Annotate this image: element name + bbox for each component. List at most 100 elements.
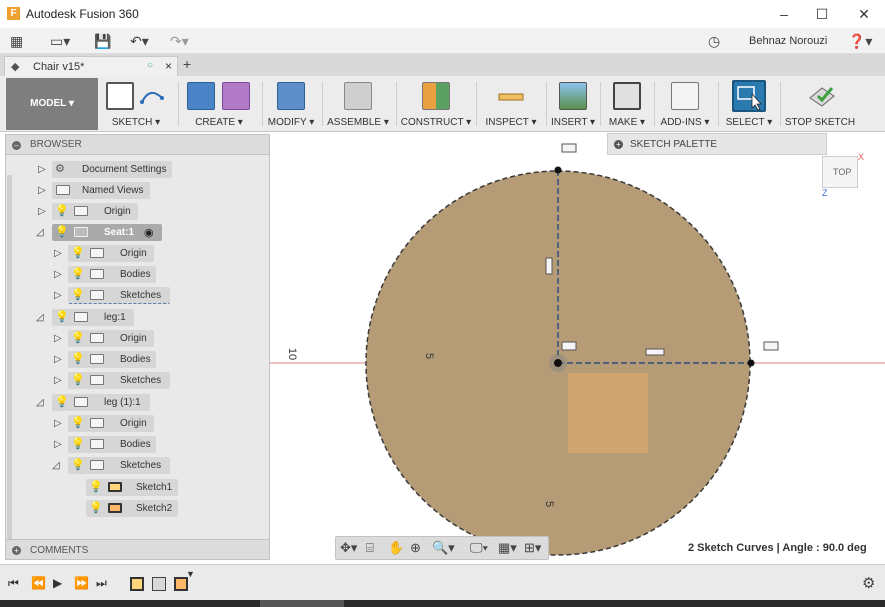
collapse-triangle-icon[interactable]: ◿ bbox=[36, 227, 46, 239]
tree-node[interactable]: 💡 Origin bbox=[68, 245, 154, 262]
press-pull-icon[interactable] bbox=[277, 82, 305, 110]
coincident-constraint-icon[interactable] bbox=[763, 341, 779, 351]
vertical-constraint-icon[interactable] bbox=[545, 257, 553, 275]
tree-row-bodies[interactable]: ▷ 💡 Bodies bbox=[6, 266, 266, 284]
lightbulb-icon[interactable]: 💡 bbox=[71, 437, 85, 450]
expand-triangle-icon[interactable]: ▷ bbox=[54, 375, 64, 387]
tree-node[interactable]: 💡 Sketch1 bbox=[86, 479, 178, 496]
collapse-triangle-icon[interactable]: ◿ bbox=[36, 397, 46, 409]
center-point[interactable] bbox=[554, 359, 562, 367]
expand-triangle-icon[interactable]: ▷ bbox=[54, 248, 64, 260]
tree-node[interactable]: 💡 leg:1 bbox=[52, 309, 134, 326]
user-account-menu[interactable]: Behnaz Norouzi bbox=[749, 35, 827, 47]
zoom-icon[interactable]: ⊕ bbox=[410, 540, 421, 556]
minimize-icon[interactable]: – bbox=[776, 6, 792, 22]
lightbulb-icon[interactable]: 💡 bbox=[71, 352, 85, 365]
tree-node[interactable]: Named Views bbox=[52, 182, 150, 199]
form-icon[interactable] bbox=[222, 82, 250, 110]
tree-node[interactable]: 💡 Bodies bbox=[68, 436, 156, 453]
new-tab-icon[interactable]: + bbox=[183, 56, 191, 72]
construct-group[interactable]: CONSTRUCT ▾ bbox=[400, 78, 472, 130]
sketch-palette-header[interactable]: + SKETCH PALETTE bbox=[607, 133, 827, 155]
tree-node[interactable]: 💡 Bodies bbox=[68, 351, 156, 368]
dimension-label-vertical-radius[interactable]: 5 bbox=[543, 501, 555, 507]
workspace-switcher-button[interactable]: MODEL ▾ bbox=[6, 78, 98, 130]
tree-row-origin[interactable]: ▷ 💡 Origin bbox=[6, 203, 266, 221]
lightbulb-icon[interactable]: 💡 bbox=[71, 267, 85, 280]
lightbulb-icon[interactable]: 💡 bbox=[55, 225, 69, 238]
step-back-icon[interactable]: ⏪ bbox=[31, 576, 46, 590]
timeline-sketch-feature[interactable] bbox=[174, 577, 188, 591]
undo-icon[interactable]: ↶▾ bbox=[130, 32, 149, 50]
scripts-addins-icon[interactable] bbox=[671, 82, 699, 110]
expand-triangle-icon[interactable]: ▷ bbox=[54, 418, 64, 430]
collapse-minus-icon[interactable]: – bbox=[12, 141, 21, 150]
spline-icon[interactable] bbox=[138, 82, 166, 110]
expand-triangle-icon[interactable]: ▷ bbox=[54, 333, 64, 345]
go-to-end-icon[interactable]: ⏭ bbox=[96, 576, 107, 591]
tree-row-sketches[interactable]: ▷ 💡 Sketches bbox=[6, 372, 266, 390]
right-endpoint[interactable] bbox=[747, 359, 755, 367]
viewports-icon[interactable]: ⊞▾ bbox=[524, 540, 541, 556]
select-group[interactable]: SELECT ▾ bbox=[724, 78, 774, 130]
look-at-icon[interactable]: ⌸ bbox=[366, 540, 374, 556]
tree-node[interactable]: 💡 Bodies bbox=[68, 266, 156, 283]
comments-panel[interactable]: + COMMENTS bbox=[5, 539, 270, 560]
activate-radio-icon[interactable]: ◉ bbox=[144, 226, 154, 239]
extrude-icon[interactable] bbox=[187, 82, 215, 110]
tree-node[interactable]: 💡 leg (1):1 bbox=[52, 394, 150, 411]
top-endpoint[interactable] bbox=[554, 166, 562, 174]
create-group[interactable]: CREATE ▾ bbox=[184, 78, 254, 130]
tree-row-bodies[interactable]: ▷ 💡 Bodies bbox=[6, 436, 266, 454]
expand-triangle-icon[interactable]: ▷ bbox=[54, 290, 64, 302]
lightbulb-icon[interactable]: 💡 bbox=[71, 458, 85, 471]
tree-row-sketches[interactable]: ▷ 💡 Sketches bbox=[6, 287, 266, 305]
offset-plane-icon[interactable] bbox=[422, 82, 450, 110]
tree-row-sketch1[interactable]: 💡 Sketch1 bbox=[6, 479, 266, 497]
tree-node[interactable]: 💡 Origin bbox=[52, 203, 138, 220]
lightbulb-icon[interactable]: 💡 bbox=[71, 246, 85, 259]
save-icon[interactable]: 💾 bbox=[94, 32, 111, 50]
tree-node[interactable]: 💡 Sketches bbox=[68, 457, 170, 474]
expand-triangle-icon[interactable]: ▷ bbox=[54, 354, 64, 366]
assemble-group[interactable]: ASSEMBLE ▾ bbox=[326, 78, 390, 130]
lightbulb-icon[interactable]: 💡 bbox=[71, 416, 85, 429]
browser-header[interactable]: – BROWSER bbox=[6, 135, 269, 155]
zoom-window-icon[interactable]: 🔍▾ bbox=[432, 540, 455, 556]
close-tab-icon[interactable]: × bbox=[165, 59, 172, 73]
view-cube[interactable]: TOP bbox=[822, 156, 858, 188]
tree-node[interactable]: 💡 Sketches bbox=[68, 372, 170, 389]
create-sketch-icon[interactable] bbox=[106, 82, 134, 110]
timeline-marker-icon[interactable]: ▼ bbox=[186, 569, 195, 579]
step-forward-icon[interactable]: ⏩ bbox=[74, 576, 89, 590]
make-group[interactable]: MAKE ▾ bbox=[604, 78, 650, 130]
expand-triangle-icon[interactable]: ▷ bbox=[38, 185, 48, 197]
add-ins-group[interactable]: ADD-INS ▾ bbox=[658, 78, 712, 130]
tree-node[interactable]: 💡 Origin bbox=[68, 330, 154, 347]
horizontal-constraint-icon[interactable] bbox=[645, 348, 665, 356]
tree-row-leg-1-1[interactable]: ◿ 💡 leg (1):1 bbox=[6, 394, 266, 412]
expand-plus-icon[interactable]: + bbox=[614, 140, 623, 149]
tree-node[interactable]: 💡 Origin bbox=[68, 415, 154, 432]
job-status-clock-icon[interactable]: ◷ bbox=[708, 32, 720, 50]
expand-triangle-icon[interactable]: ▷ bbox=[54, 269, 64, 281]
expand-triangle-icon[interactable]: ▷ bbox=[54, 439, 64, 451]
expand-triangle-icon[interactable]: ▷ bbox=[38, 206, 48, 218]
timeline-component-feature[interactable] bbox=[152, 577, 166, 591]
tree-row-leg1[interactable]: ◿ 💡 leg:1 bbox=[6, 309, 266, 327]
tree-row-sketches[interactable]: ◿ 💡 Sketches bbox=[6, 457, 266, 475]
viewport-canvas[interactable]: 10 5 5 bbox=[270, 132, 885, 564]
timeline-settings-gear-icon[interactable]: ⚙ bbox=[862, 574, 875, 592]
lightbulb-icon[interactable]: 💡 bbox=[71, 288, 85, 301]
inspect-group[interactable]: INSPECT ▾ bbox=[480, 78, 542, 130]
tree-node[interactable]: 💡 Sketch2 bbox=[86, 500, 178, 517]
coincident-constraint-icon[interactable] bbox=[561, 143, 577, 153]
document-tab[interactable]: ◆ Chair v15* ○ × bbox=[4, 56, 178, 76]
collapse-triangle-icon[interactable]: ◿ bbox=[52, 460, 62, 472]
timeline-scroll-thumb[interactable] bbox=[260, 600, 344, 607]
tree-row-sketch2[interactable]: 💡 Sketch2 bbox=[6, 500, 266, 518]
lightbulb-icon[interactable]: 💡 bbox=[55, 310, 69, 323]
sketch-group[interactable]: SKETCH ▾ bbox=[104, 78, 168, 130]
insert-group[interactable]: INSERT ▾ bbox=[550, 78, 596, 130]
3d-print-icon[interactable] bbox=[613, 82, 641, 110]
